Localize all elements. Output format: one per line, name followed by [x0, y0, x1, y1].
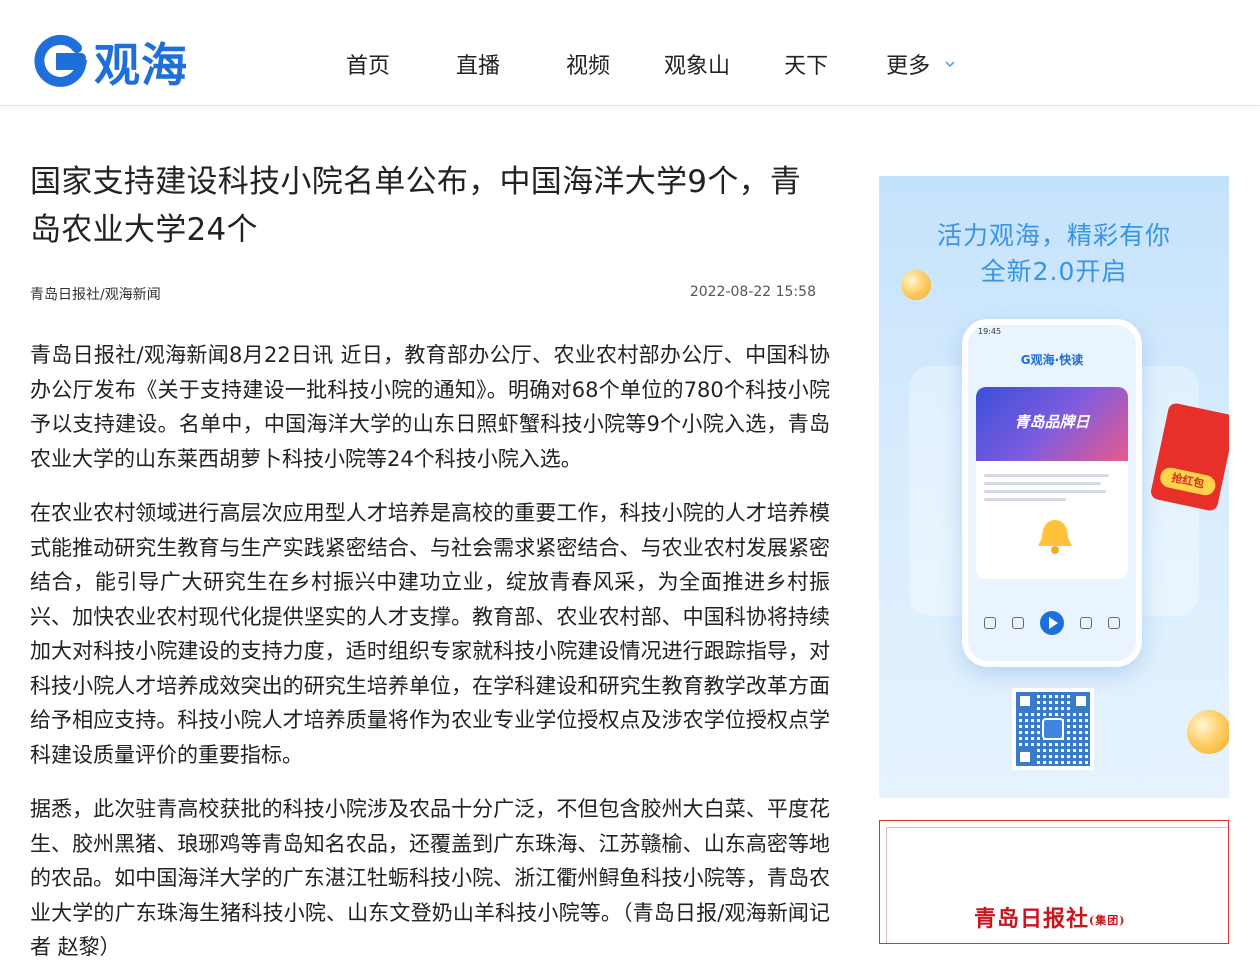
like-icon [1012, 617, 1024, 629]
ad-subheadline: 全新2.0开启 [980, 257, 1128, 286]
nav-more[interactable]: 更多 [886, 48, 956, 80]
newspaper-logo: 青岛日报社(集团) [974, 906, 1126, 932]
qr-logo-icon [1042, 718, 1064, 740]
phone-app-title: G观海·快读 [1020, 353, 1084, 367]
nav-world[interactable]: 天下 [784, 48, 828, 80]
g-logo-icon [34, 34, 88, 87]
decor-orb [1187, 710, 1229, 754]
share-icon [1108, 617, 1120, 629]
newspaper-promo[interactable]: 青岛日报社(集团) [879, 820, 1229, 944]
article-source: 青岛日报社/观海新闻 [30, 287, 161, 303]
app-promo-banner[interactable]: 活力观海，精彩有你 全新2.0开启 19:45 G观海·快读 青岛品牌日 抢红包 [879, 176, 1229, 798]
phone-mockup: 19:45 G观海·快读 青岛品牌日 [962, 319, 1142, 667]
article-title: 国家支持建设科技小院名单公布，中国海洋大学9个，青岛农业大学24个 [30, 164, 802, 248]
phone-text-lines [976, 461, 1128, 509]
article-paragraph: 据悉，此次驻青高校获批的科技小院涉及农品十分广泛，不但包含胶州大白菜、平度花生、… [30, 797, 830, 959]
nav-more-label: 更多 [886, 54, 931, 79]
site-header: 观海 首页 直播 视频 观象山 天下 更多 [0, 0, 1260, 106]
logo-text: 观海 [94, 38, 188, 92]
play-icon [1040, 611, 1064, 635]
main-nav: 首页 直播 视频 观象山 天下 更多 [346, 48, 956, 80]
article: 国家支持建设科技小院名单公布，中国海洋大学9个，青岛农业大学24个 青岛日报社/… [30, 158, 830, 965]
article-paragraph: 在农业农村领域进行高层次应用型人才培养是高校的重要工作，科技小院的人才培养模式能… [30, 501, 830, 767]
phone-banner: 青岛品牌日 [976, 387, 1128, 461]
article-meta: 青岛日报社/观海新闻 2022-08-22 15:58 [30, 284, 830, 304]
nav-home[interactable]: 首页 [346, 48, 390, 80]
article-time: 2022-08-22 15:58 [689, 284, 816, 300]
phone-toolbar [968, 611, 1136, 635]
ad-headline: 活力观海，精彩有你 [936, 221, 1171, 250]
chevron-down-icon [945, 61, 955, 68]
bell-icon [1038, 520, 1072, 554]
comment-icon [1080, 617, 1092, 629]
qr-pattern [1016, 692, 1090, 766]
phone-banner-title: 青岛品牌日 [1014, 413, 1090, 431]
site-logo[interactable]: 观海 [32, 32, 188, 92]
phone-status-time: 19:45 [978, 327, 1002, 336]
red-packet-label: 抢红包 [1158, 465, 1218, 498]
home-icon [984, 617, 996, 629]
nav-guanxiangshan[interactable]: 观象山 [664, 48, 730, 80]
nav-video[interactable]: 视频 [566, 48, 610, 80]
qr-code [1012, 688, 1094, 770]
decor-orb [901, 270, 931, 300]
article-paragraph: 青岛日报社/观海新闻8月22日讯 近日，教育部办公厅、农业农村部办公厅、中国科协… [30, 343, 830, 471]
nav-live[interactable]: 直播 [456, 48, 500, 80]
